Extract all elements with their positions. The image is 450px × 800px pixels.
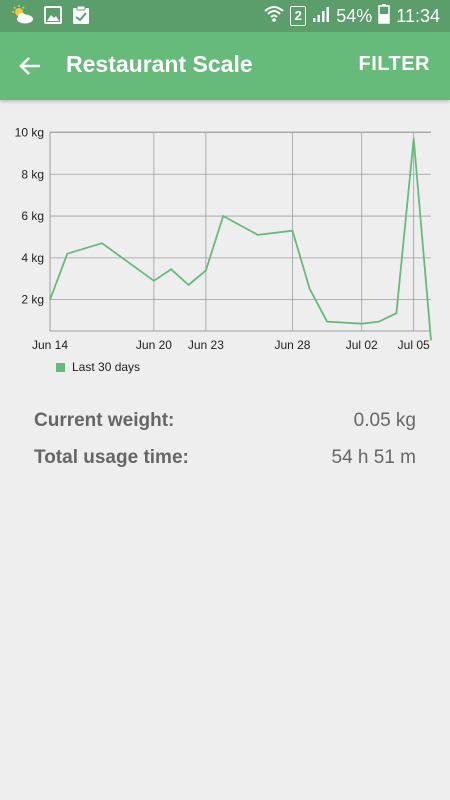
sim-slot-badge: 2 <box>290 6 307 26</box>
x-tick-label: Jun 20 <box>136 338 172 352</box>
y-tick-label: 4 kg <box>21 251 44 265</box>
current-weight-value: 0.05 kg <box>353 410 416 431</box>
clock: 11:34 <box>396 5 440 26</box>
app-bar: Restaurant Scale FILTER <box>0 32 450 100</box>
current-weight-label: Current weight: <box>34 410 175 431</box>
x-tick-label: Jul 05 <box>398 338 430 352</box>
signal-icon <box>312 5 330 28</box>
total-usage-label: Total usage time: <box>34 447 189 468</box>
x-tick-label: Jun 23 <box>188 338 224 352</box>
chart-legend: Last 30 days <box>56 360 140 374</box>
total-usage-row: Total usage time: 54 h 51 m <box>34 447 416 469</box>
app-title: Restaurant Scale <box>66 51 253 77</box>
legend-swatch <box>56 362 65 372</box>
chart-plot: 2 kg 4 kg 6 kg 8 kg 10 kg Jun 14 Jun 20 Jun 23 J… <box>15 125 432 352</box>
current-weight-row: Current weight: 0.05 kg <box>34 410 416 432</box>
back-button[interactable] <box>14 50 46 82</box>
filter-button[interactable]: FILTER <box>358 53 430 76</box>
arrow-left-icon <box>19 57 40 75</box>
x-tick-label: Jul 02 <box>346 338 378 352</box>
y-tick-label: 8 kg <box>21 167 44 181</box>
x-tick-label: Jun 14 <box>32 338 68 352</box>
clipboard-icon <box>72 5 90 30</box>
weight-chart: 2 kg 4 kg 6 kg 8 kg 10 kg Jun 14 Jun 20 Jun 23 J… <box>0 110 450 380</box>
y-tick-label: 10 kg <box>15 125 44 139</box>
battery-icon <box>378 3 391 29</box>
battery-percent: 54% <box>336 5 373 26</box>
gallery-icon <box>44 6 62 29</box>
legend-label: Last 30 days <box>72 360 141 374</box>
wifi-icon <box>264 5 284 28</box>
x-tick-label: Jun 28 <box>274 338 310 352</box>
series-line-0 <box>49 137 432 341</box>
notification-icons <box>12 5 90 30</box>
status-bar: 2 54% 11:34 <box>0 0 450 32</box>
weather-icon <box>12 5 34 30</box>
total-usage-value: 54 h 51 m <box>331 447 417 468</box>
system-status: 2 54% 11:34 <box>264 0 440 32</box>
y-tick-label: 6 kg <box>21 209 44 223</box>
y-tick-label: 2 kg <box>21 293 44 307</box>
